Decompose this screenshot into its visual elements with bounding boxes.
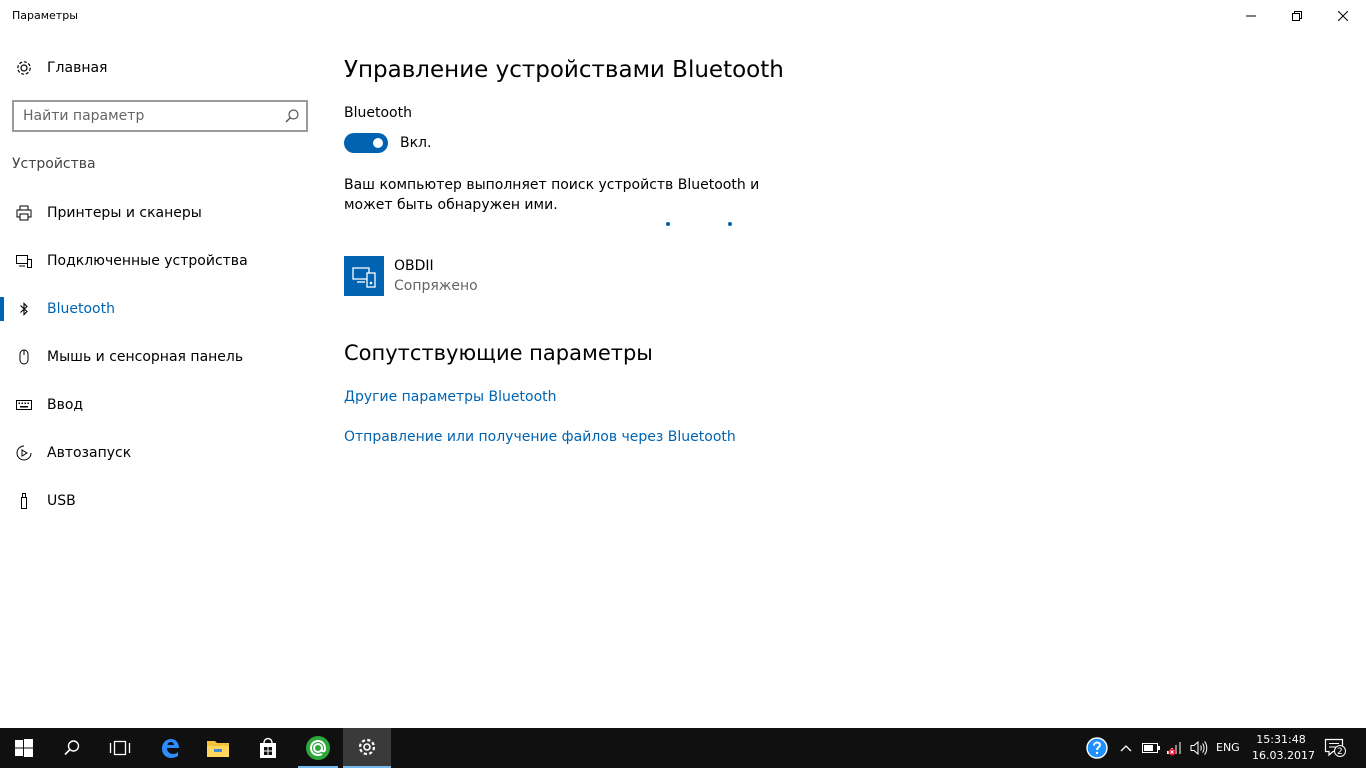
search-box[interactable]: [12, 100, 308, 132]
bluetooth-toggle[interactable]: [344, 133, 388, 153]
sidebar-item-label: Ввод: [47, 397, 84, 413]
sidebar-item-label: Автозапуск: [47, 445, 132, 461]
volume-icon: [1190, 740, 1208, 756]
sidebar-item-home[interactable]: Главная: [0, 48, 320, 88]
gear-icon: [15, 59, 33, 77]
start-icon: [15, 739, 33, 757]
search-input[interactable]: [14, 102, 264, 130]
sidebar-item-autoplay[interactable]: Автозапуск: [0, 433, 320, 473]
task-view-button[interactable]: [96, 728, 144, 768]
title-bar: Параметры: [0, 0, 1366, 32]
progress-dot: [666, 222, 670, 226]
paired-device-icon: [344, 256, 384, 296]
show-hidden-icons-button[interactable]: [1116, 728, 1136, 768]
device-name: OBDII: [394, 258, 434, 274]
network-icon: [1167, 742, 1181, 756]
file-explorer-icon: [207, 741, 229, 757]
usb-icon: [15, 492, 33, 510]
sidebar-item-label: Главная: [47, 60, 108, 76]
edge-icon: [162, 739, 179, 758]
action-center-button[interactable]: 2: [1318, 728, 1352, 768]
battery-tray-button[interactable]: [1140, 728, 1162, 768]
edge-button[interactable]: [146, 728, 194, 768]
clock-time: 15:31:48: [1256, 733, 1306, 746]
autoplay-icon: [15, 444, 33, 462]
sidebar: Главная Устройства Принтеры и сканеры По…: [0, 32, 320, 728]
sidebar-item-label: Принтеры и сканеры: [47, 205, 202, 221]
sidebar-item-mouse[interactable]: Мышь и сенсорная панель: [0, 337, 320, 377]
active-indicator: [0, 297, 4, 321]
main-content: Управление устройствами Bluetooth Blueto…: [344, 32, 1344, 728]
mouse-icon: [15, 348, 33, 366]
chevron-up-icon: [1120, 745, 1132, 752]
mail-ru-agent-icon: [306, 736, 330, 760]
search-icon[interactable]: [284, 108, 300, 128]
settings-icon: [358, 738, 376, 756]
sidebar-item-label: Мышь и сенсорная панель: [47, 349, 244, 365]
store-button[interactable]: [244, 728, 292, 768]
more-bluetooth-options-link[interactable]: Другие параметры Bluetooth: [344, 389, 557, 405]
taskbar-search-button[interactable]: [48, 728, 96, 768]
close-button[interactable]: [1320, 0, 1366, 32]
task-view-icon: [109, 740, 131, 756]
battery-icon: [1142, 743, 1160, 753]
device-item[interactable]: OBDII Сопряжено: [344, 256, 744, 296]
sidebar-item-usb[interactable]: USB: [0, 481, 320, 521]
sidebar-item-label: Bluetooth: [47, 301, 115, 317]
mail-ru-agent-button[interactable]: [294, 728, 342, 768]
store-icon: [260, 737, 276, 758]
help-tray-button[interactable]: [1084, 728, 1110, 768]
clock[interactable]: 15:31:48 16.03.2017: [1252, 732, 1315, 764]
devices-icon: [15, 252, 33, 270]
sidebar-item-connected-devices[interactable]: Подключенные устройства: [0, 241, 320, 281]
help-icon: [1086, 737, 1108, 759]
bluetooth-toggle-label: Bluetooth: [344, 105, 412, 121]
search-icon: [64, 740, 80, 756]
section-label-devices: Устройства: [12, 156, 96, 172]
sidebar-item-bluetooth[interactable]: Bluetooth: [0, 289, 320, 329]
minimize-button[interactable]: [1228, 0, 1274, 32]
discovery-description: Ваш компьютер выполняет поиск устройств …: [344, 177, 760, 213]
send-receive-files-link[interactable]: Отправление или получение файлов через B…: [344, 429, 736, 445]
progress-dot: [728, 222, 732, 226]
start-button[interactable]: [0, 728, 48, 768]
sidebar-item-input[interactable]: Ввод: [0, 385, 320, 425]
toggle-state-text: Вкл.: [400, 135, 432, 151]
page-title: Управление устройствами Bluetooth: [344, 57, 784, 83]
sidebar-item-label: Подключенные устройства: [47, 253, 248, 269]
window-title: Параметры: [12, 9, 78, 22]
network-tray-button[interactable]: [1164, 728, 1186, 768]
language-indicator[interactable]: ENG: [1216, 741, 1240, 754]
notification-count: 2: [1337, 747, 1343, 757]
volume-tray-button[interactable]: [1188, 728, 1210, 768]
restore-icon: [1292, 11, 1302, 21]
close-icon: [1338, 11, 1348, 21]
minimize-icon: [1246, 15, 1256, 17]
related-settings-title: Сопутствующие параметры: [344, 341, 653, 365]
restore-button[interactable]: [1274, 0, 1320, 32]
sidebar-item-printers[interactable]: Принтеры и сканеры: [0, 193, 320, 233]
sidebar-item-label: USB: [47, 493, 76, 509]
file-explorer-button[interactable]: [194, 728, 242, 768]
device-status: Сопряжено: [394, 278, 478, 294]
keyboard-icon: [15, 396, 33, 414]
toggle-knob: [373, 138, 383, 148]
settings-button[interactable]: [343, 728, 391, 768]
taskbar: ENG 15:31:48 16.03.2017 2: [0, 728, 1366, 768]
printer-icon: [15, 204, 33, 222]
clock-date: 16.03.2017: [1252, 749, 1315, 762]
bluetooth-icon: [15, 300, 33, 318]
